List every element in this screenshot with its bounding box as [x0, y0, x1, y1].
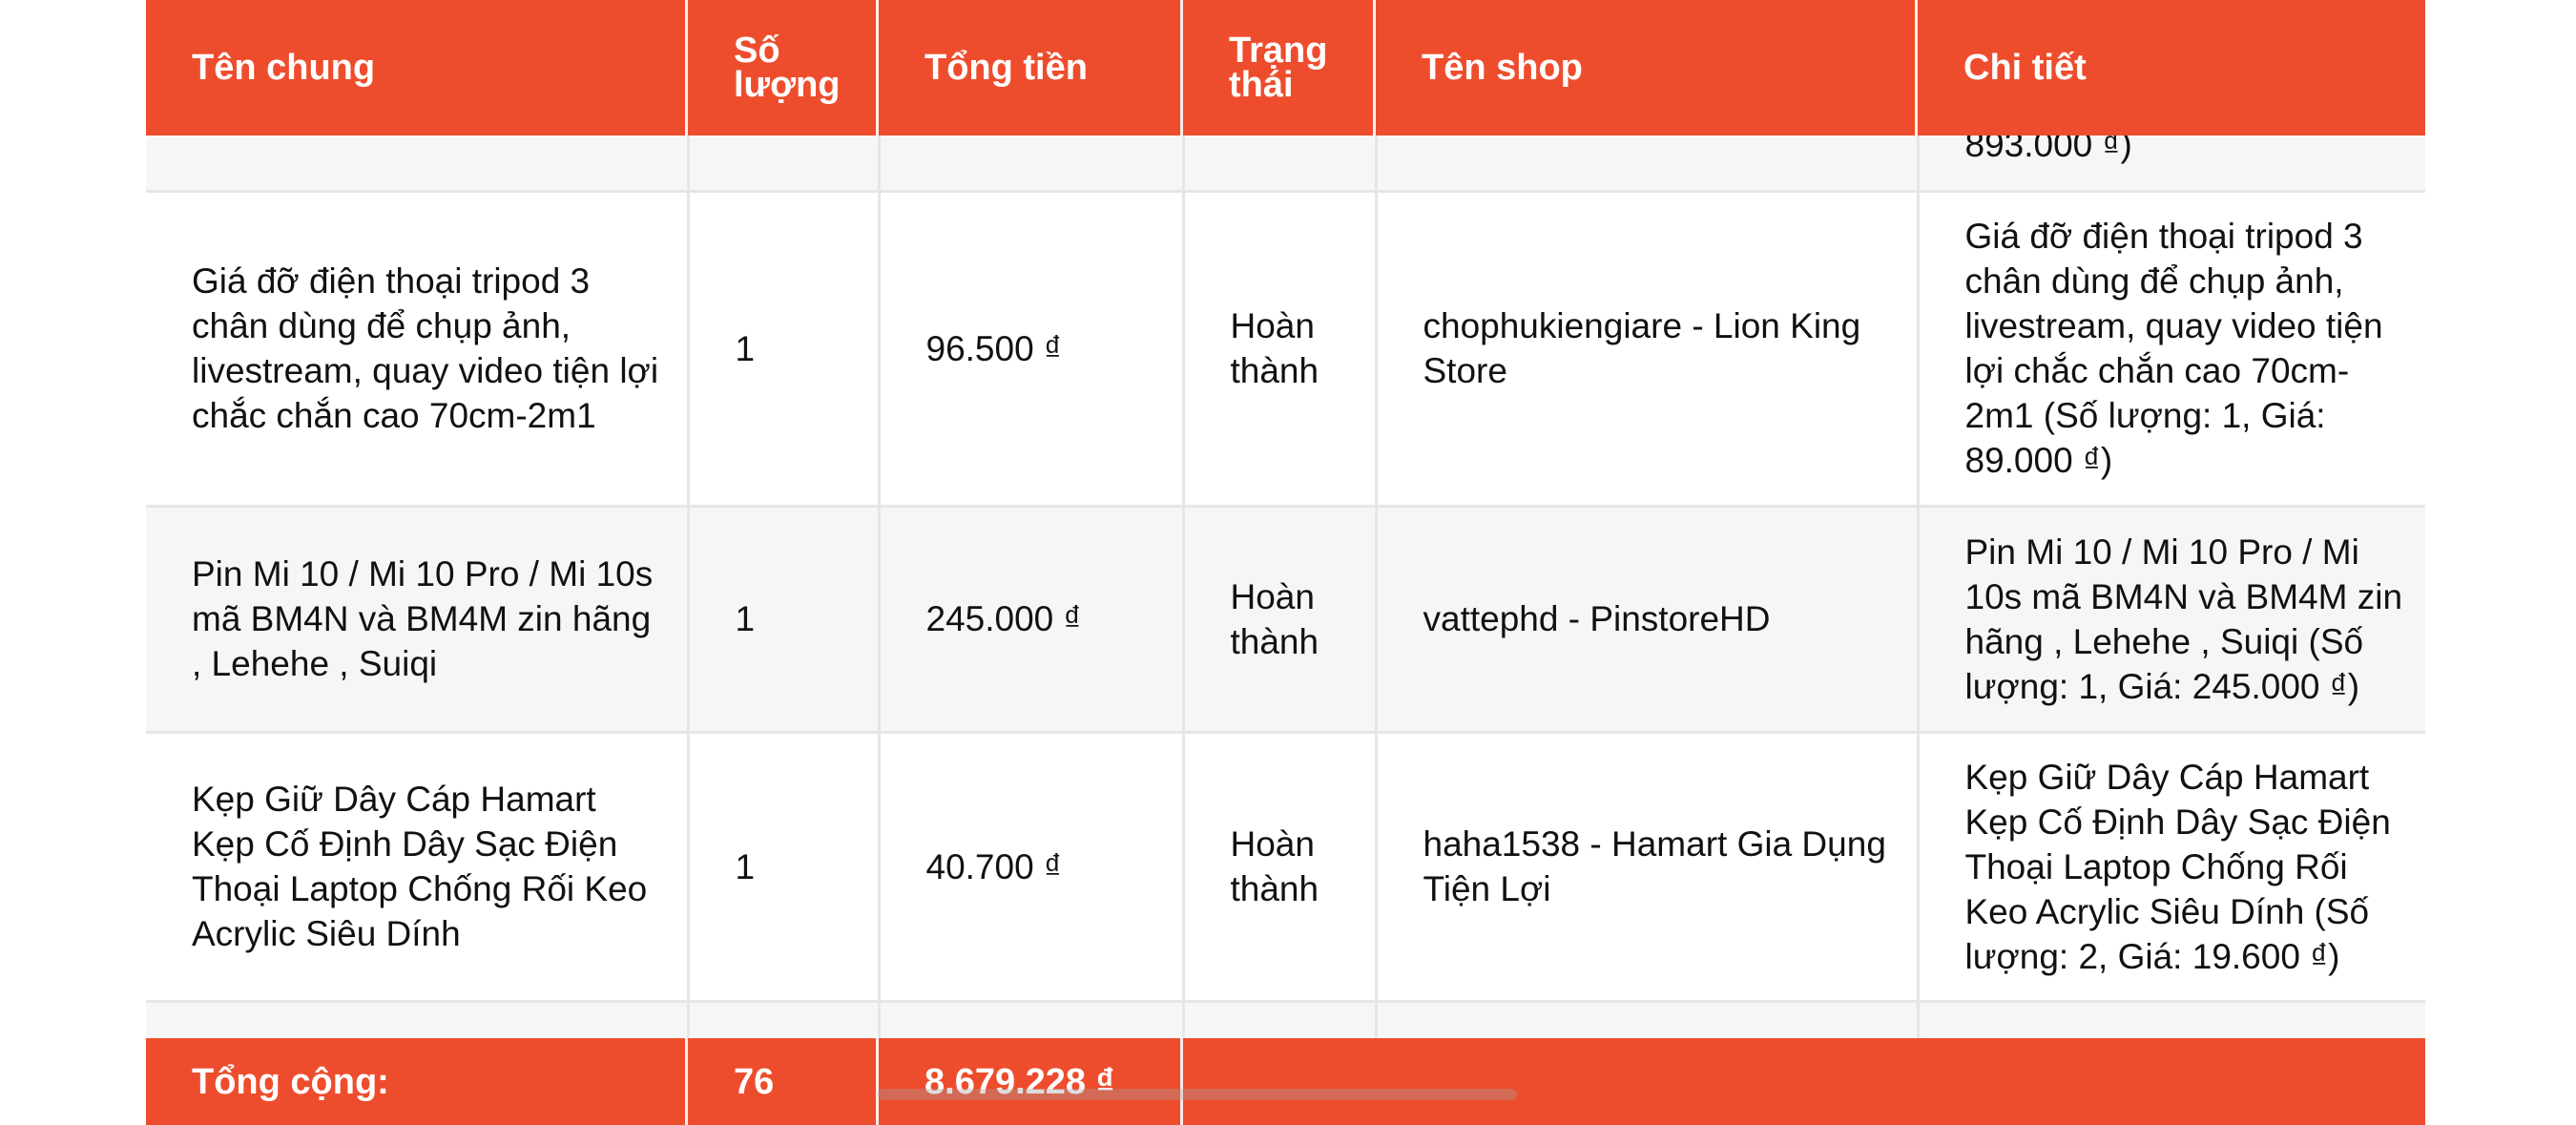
table-row[interactable]: Kẹp Giữ Dây Cáp Hamart Kẹp Cố Định Dây S…: [146, 732, 2425, 1001]
status-cell: Hoàn thành: [1183, 732, 1378, 1001]
column-header-total[interactable]: Tổng tiền: [879, 0, 1183, 135]
footer-total-label: Tổng cộng:: [146, 1038, 688, 1125]
name-cell: Giá đỡ điện thoại tripod 3 chân dùng để …: [146, 191, 690, 506]
shop-cell: vattephd - PinstoreHD: [1376, 506, 1920, 732]
table-row[interactable]: Pin Mi 10 / Mi 10 Pro / Mi 10s mã BM4N v…: [146, 506, 2425, 732]
shop-cell: chophukiengiare - Lion King Store: [1376, 191, 1920, 506]
name-cell: Kẹp Giữ Dây Cáp Hamart Kẹp Cố Định Dây S…: [146, 732, 690, 1001]
shop-cell: haha1538 - Hamart Gia Dụng Tiện Lợi: [1376, 732, 1920, 1001]
detail-cell: Pin Mi 10 / Mi 10 Pro / Mi 10s mã BM4N v…: [1918, 506, 2425, 732]
detail-cell: Giá đỡ điện thoại tripod 3 chân dùng để …: [1918, 191, 2425, 506]
detail-cell: Kẹp Giữ Dây Cáp Hamart Kẹp Cố Định Dây S…: [1918, 732, 2425, 1001]
qty-cell: 1: [688, 732, 881, 1001]
orders-table: 893.000 ₫) Giá đỡ điện thoại tripod 3 ch…: [146, 0, 2425, 1125]
footer-quantity-total: 76: [688, 1038, 879, 1125]
home-indicator[interactable]: [878, 1089, 1517, 1100]
column-header-shop[interactable]: Tên shop: [1376, 0, 1918, 135]
qty-cell: 1: [688, 191, 881, 506]
name-cell: Pin Mi 10 / Mi 10 Pro / Mi 10s mã BM4N v…: [146, 506, 690, 732]
total-cell: 96.500 ₫: [879, 191, 1185, 506]
status-cell: Hoàn thành: [1183, 191, 1378, 506]
table-footer-total: Tổng cộng: 76 8.679.228 ₫: [146, 1038, 2425, 1125]
total-cell: 40.700 ₫: [879, 732, 1185, 1001]
total-cell: 245.000 ₫: [879, 506, 1185, 732]
column-header-quantity[interactable]: Số lượng: [688, 0, 879, 135]
column-header-name[interactable]: Tên chung: [146, 0, 688, 135]
column-header-status[interactable]: Trạng thái: [1183, 0, 1376, 135]
footer-amount-total: 8.679.228 ₫: [879, 1038, 1183, 1125]
qty-cell: 1: [688, 506, 881, 732]
column-header-detail[interactable]: Chi tiết: [1918, 0, 2425, 135]
table-row[interactable]: Giá đỡ điện thoại tripod 3 chân dùng để …: [146, 191, 2425, 506]
status-cell: Hoàn thành: [1183, 506, 1378, 732]
footer-empty-cell: [1183, 1038, 2425, 1125]
table-header: Tên chung Số lượng Tổng tiền Trạng thái …: [146, 0, 2425, 135]
